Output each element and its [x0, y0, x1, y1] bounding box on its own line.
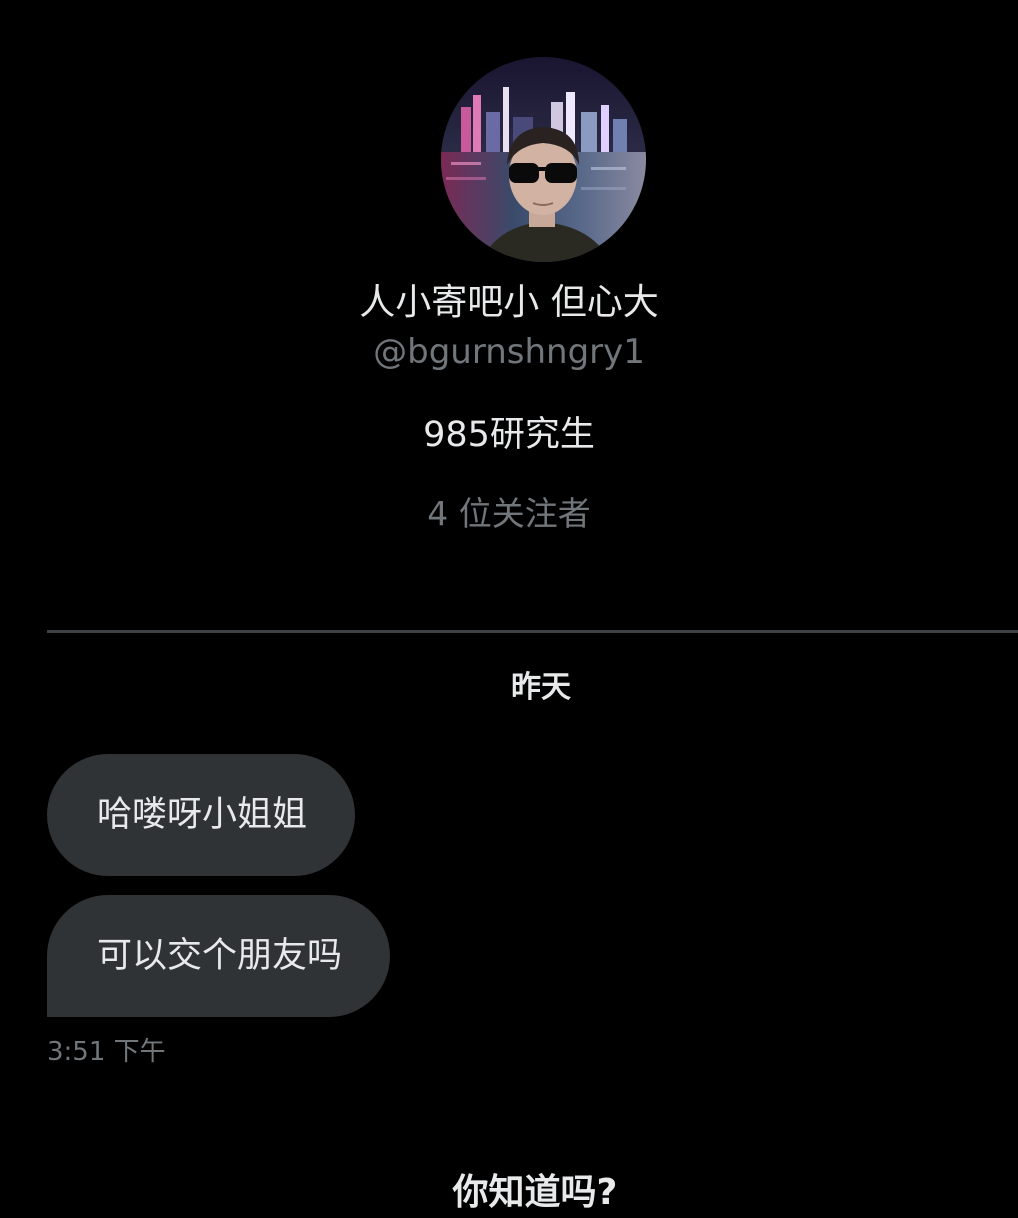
avatar-photo [441, 57, 646, 262]
profile-handle: @bgurnshngry1 [373, 332, 645, 372]
message-text: 可以交个朋友吗 [97, 936, 343, 976]
profile-avatar[interactable] [441, 57, 646, 262]
message-bubble[interactable]: 可以交个朋友吗 [47, 895, 391, 1017]
profile-display-name: 人小寄吧小 但心大 [359, 282, 659, 323]
message-bubble[interactable]: 哈喽呀小姐姐 [47, 754, 356, 876]
message-text: 哈喽呀小姐姐 [97, 795, 308, 835]
date-separator: 昨天 [511, 670, 571, 705]
profile-bio: 985研究生 [423, 415, 595, 455]
follower-count[interactable]: 4 位关注者 [0, 490, 1018, 538]
divider [47, 630, 1018, 633]
did-you-know-heading: 你知道吗? [452, 1172, 618, 1213]
message-timestamp: 3:51 下午 [47, 1037, 166, 1067]
